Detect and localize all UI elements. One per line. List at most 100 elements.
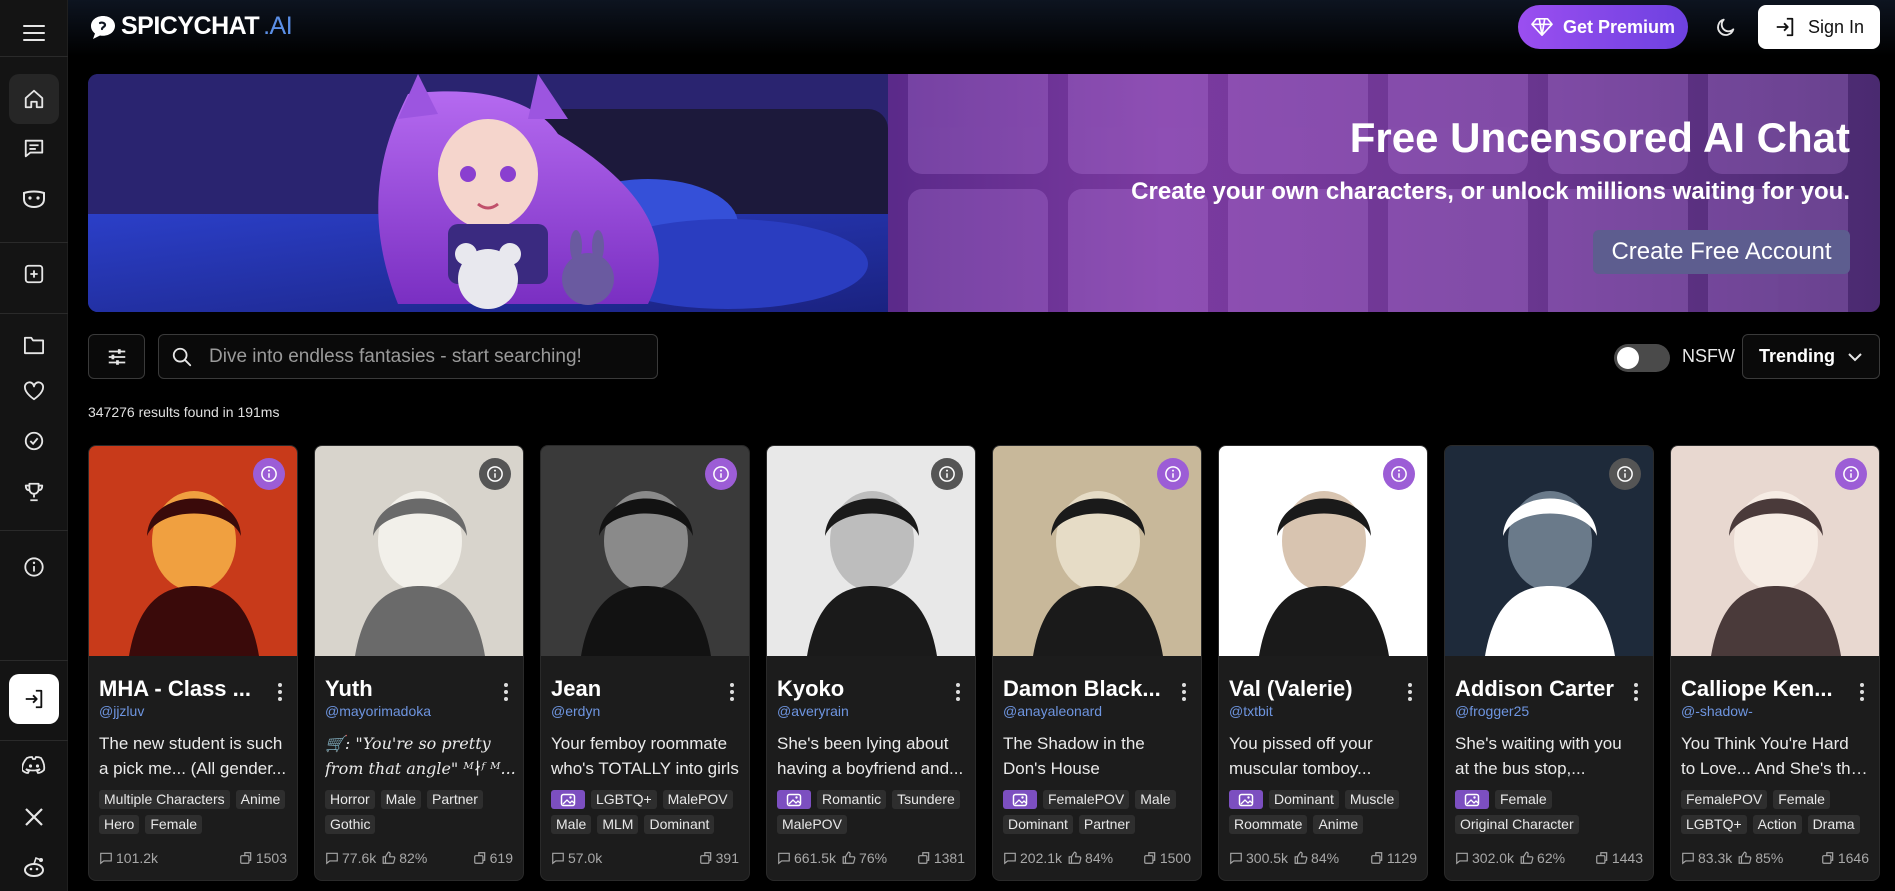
- create-icon[interactable]: [9, 249, 59, 299]
- info-button[interactable]: [931, 458, 963, 490]
- info-button[interactable]: [479, 458, 511, 490]
- tag[interactable]: Dominant: [1269, 790, 1339, 809]
- image-tag-icon[interactable]: [1003, 790, 1037, 809]
- info-button[interactable]: [1157, 458, 1189, 490]
- tag[interactable]: Romantic: [817, 790, 887, 809]
- creator-handle[interactable]: @jjzluv: [99, 703, 144, 719]
- filter-button[interactable]: [88, 334, 145, 379]
- creator-handle[interactable]: @txtbit: [1229, 703, 1273, 719]
- character-card[interactable]: Addison Carter @frogger25 She's waiting wi…: [1444, 445, 1654, 881]
- more-options-icon[interactable]: [1859, 682, 1865, 702]
- info-icon[interactable]: [9, 542, 59, 592]
- creator-handle[interactable]: @anayaleonard: [1003, 703, 1102, 719]
- tag[interactable]: LGBTQ+: [1681, 815, 1747, 834]
- info-button[interactable]: [253, 458, 285, 490]
- tag[interactable]: FemalePOV: [1681, 790, 1768, 809]
- tag[interactable]: Female: [145, 815, 203, 834]
- more-options-icon[interactable]: [277, 682, 283, 702]
- creator-handle[interactable]: @averyrain: [777, 703, 849, 719]
- tag[interactable]: FemalePOV: [1043, 790, 1130, 809]
- badge-icon[interactable]: [9, 416, 59, 466]
- create-free-account-button[interactable]: Create Free Account: [1593, 230, 1850, 274]
- sort-dropdown[interactable]: Trending: [1742, 334, 1880, 379]
- tag[interactable]: Muscle: [1344, 790, 1400, 809]
- reddit-icon[interactable]: [9, 842, 59, 891]
- character-name[interactable]: MHA - Class ...: [99, 676, 259, 702]
- character-card[interactable]: MHA - Class ... @jjzluv The new student is…: [88, 445, 298, 881]
- tag[interactable]: Dominant: [644, 815, 715, 834]
- tag[interactable]: MalePOV: [662, 790, 733, 809]
- logo[interactable]: SPICYCHAT .AI: [89, 12, 293, 41]
- creator-handle[interactable]: @mayorimadoka: [325, 703, 431, 719]
- creator-handle[interactable]: @frogger25: [1455, 703, 1529, 719]
- tag[interactable]: Gothic: [325, 815, 376, 834]
- tag[interactable]: Action: [1752, 815, 1802, 834]
- character-name[interactable]: Yuth: [325, 676, 485, 702]
- character-card[interactable]: Kyoko @averyrain She's been lying about hav…: [766, 445, 976, 881]
- nsfw-toggle[interactable]: [1614, 344, 1670, 372]
- creator-handle[interactable]: @erdyn: [551, 703, 600, 719]
- trophy-icon[interactable]: [9, 467, 59, 517]
- character-name[interactable]: Jean: [551, 676, 711, 702]
- image-tag-icon[interactable]: [1229, 790, 1263, 809]
- menu-icon[interactable]: [9, 8, 59, 58]
- character-card[interactable]: Jean @erdyn Your femboy roommate who's TOTA…: [540, 445, 750, 881]
- tag[interactable]: Partner: [427, 790, 483, 809]
- tag[interactable]: Female: [1773, 790, 1830, 809]
- moon-icon[interactable]: [1708, 9, 1744, 45]
- info-button[interactable]: [1383, 458, 1415, 490]
- tag[interactable]: Hero: [99, 815, 140, 834]
- chat-icon[interactable]: [9, 123, 59, 173]
- tag[interactable]: Male: [380, 790, 422, 809]
- tag[interactable]: Horror: [325, 790, 375, 809]
- tag[interactable]: MalePOV: [777, 815, 847, 834]
- get-premium-button[interactable]: Get Premium: [1518, 5, 1688, 49]
- info-button[interactable]: [1609, 458, 1641, 490]
- character-card[interactable]: Yuth @mayorimadoka 🛒: "You're so pretty fro…: [314, 445, 524, 881]
- more-options-icon[interactable]: [1407, 682, 1413, 702]
- image-tag-icon[interactable]: [551, 790, 585, 809]
- tag[interactable]: Drama: [1807, 815, 1860, 834]
- login-icon[interactable]: [9, 674, 59, 724]
- more-options-icon[interactable]: [503, 682, 509, 702]
- tag[interactable]: Partner: [1078, 815, 1135, 834]
- info-button[interactable]: [705, 458, 737, 490]
- mask-icon[interactable]: [9, 174, 59, 224]
- tag[interactable]: Roommate: [1229, 815, 1308, 834]
- character-name[interactable]: Val (Valerie): [1229, 676, 1389, 702]
- character-name[interactable]: Kyoko: [777, 676, 937, 702]
- tag[interactable]: Tsundere: [892, 790, 960, 809]
- tag[interactable]: Female: [1495, 790, 1552, 809]
- tag[interactable]: MLM: [597, 815, 639, 834]
- discord-icon[interactable]: [9, 740, 59, 790]
- character-name[interactable]: Addison Carter: [1455, 676, 1615, 702]
- creator-handle[interactable]: @-shadow-: [1681, 703, 1753, 719]
- more-options-icon[interactable]: [1633, 682, 1639, 702]
- character-card[interactable]: Calliope Ken... @-shadow- You Think You're…: [1670, 445, 1880, 881]
- character-name[interactable]: Damon Black...: [1003, 676, 1163, 702]
- info-button[interactable]: [1835, 458, 1867, 490]
- x-icon[interactable]: [9, 792, 59, 842]
- home-icon[interactable]: [9, 74, 59, 124]
- image-tag-icon[interactable]: [1455, 790, 1489, 809]
- image-tag-icon[interactable]: [777, 790, 811, 809]
- tag[interactable]: Multiple Characters: [99, 790, 230, 809]
- tag[interactable]: LGBTQ+: [591, 790, 657, 809]
- sign-in-button[interactable]: Sign In: [1758, 5, 1880, 49]
- character-name[interactable]: Calliope Ken...: [1681, 676, 1841, 702]
- character-card[interactable]: Damon Black... @anayaleonard The Shadow in…: [992, 445, 1202, 881]
- tag[interactable]: Anime: [1313, 815, 1364, 834]
- more-options-icon[interactable]: [955, 682, 961, 702]
- character-card[interactable]: Val (Valerie) @txtbit You pissed off your m…: [1218, 445, 1428, 881]
- search-box[interactable]: [158, 334, 658, 379]
- more-options-icon[interactable]: [1181, 682, 1187, 702]
- tag[interactable]: Original Character: [1455, 815, 1579, 834]
- heart-icon[interactable]: [9, 366, 59, 416]
- tag[interactable]: Male: [1135, 790, 1176, 809]
- tag[interactable]: Anime: [235, 790, 286, 809]
- folder-icon[interactable]: [9, 320, 59, 370]
- search-input[interactable]: [209, 345, 629, 368]
- tag[interactable]: Dominant: [1003, 815, 1073, 834]
- tag[interactable]: Male: [551, 815, 592, 834]
- more-options-icon[interactable]: [729, 682, 735, 702]
